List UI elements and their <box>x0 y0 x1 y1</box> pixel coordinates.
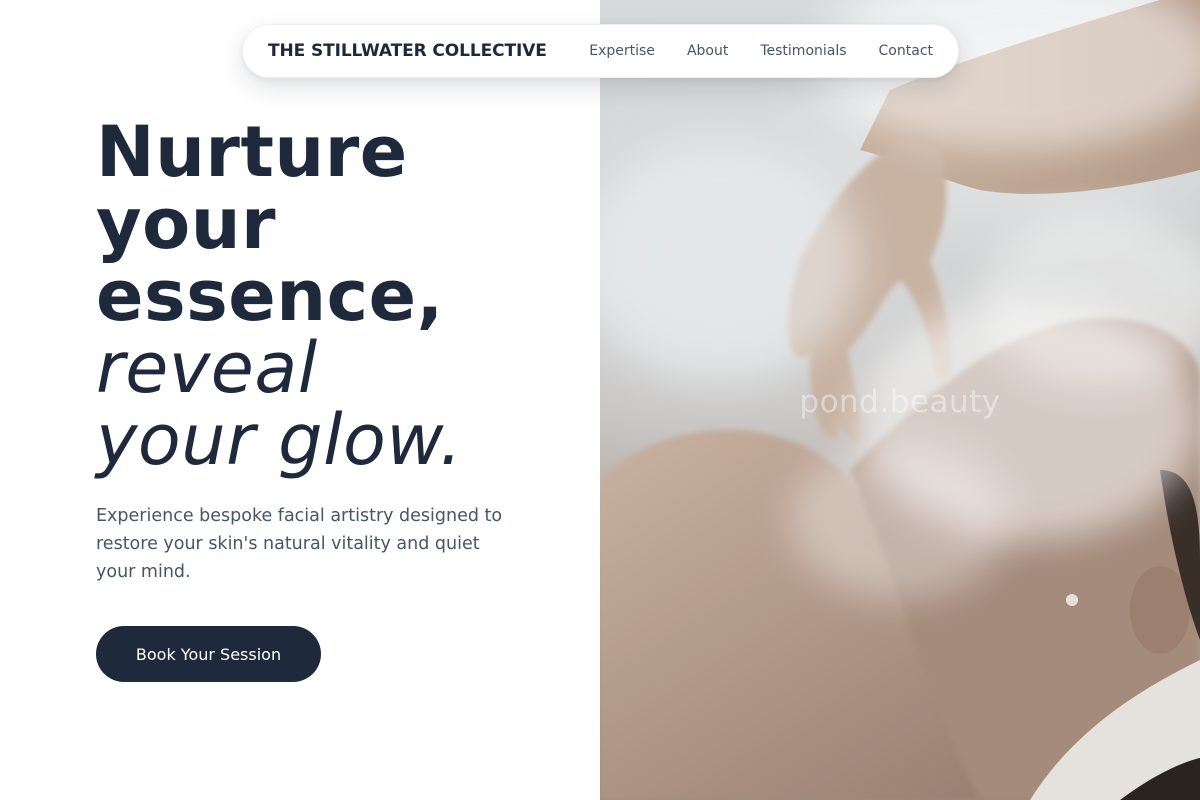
nav-link-testimonials[interactable]: Testimonials <box>760 43 846 59</box>
nav-link-contact[interactable]: Contact <box>879 43 933 59</box>
top-navigation: THE STILLWATER COLLECTIVE Expertise Abou… <box>242 24 959 78</box>
headline-line: your <box>96 183 277 265</box>
nav-links: Expertise About Testimonials Contact <box>589 43 933 59</box>
headline-line: Nurture <box>96 111 408 193</box>
nav-link-about[interactable]: About <box>687 43 728 59</box>
hero-photo: pond.beauty <box>600 0 1200 800</box>
book-session-button[interactable]: Book Your Session <box>96 626 321 682</box>
watermark-text: pond.beauty <box>799 384 1001 420</box>
hero-description: Experience bespoke facial artistry desig… <box>96 506 503 582</box>
headline-line-italic: your glow. <box>96 399 463 481</box>
headline-line-italic: reveal <box>96 327 318 409</box>
hero-headline: Nurture your essence, reveal your glow. <box>96 116 586 476</box>
brand-logo[interactable]: THE STILLWATER COLLECTIVE <box>268 41 547 61</box>
headline-line: essence, <box>96 255 444 337</box>
nav-link-expertise[interactable]: Expertise <box>589 43 655 59</box>
